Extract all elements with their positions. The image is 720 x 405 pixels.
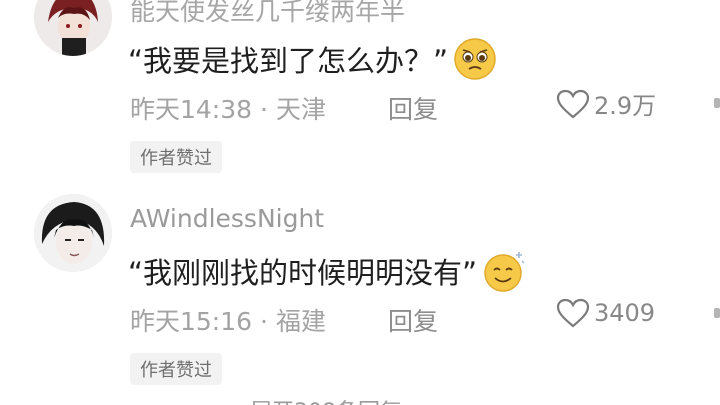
like-button[interactable]: 2.9万 [556,86,656,121]
expand-replies-link[interactable]: 展开308条回复 [250,394,402,405]
edge-indicator [714,308,720,318]
heart-icon [556,298,590,328]
separator-dot: · [260,95,268,124]
like-button[interactable]: 3409 [556,298,655,328]
comment-text: “我刚刚找的时候明明没有” [128,248,527,294]
timestamp: 昨天14:38 [130,95,253,124]
comment-text: “我要是找到了怎么办？” [128,36,498,82]
author-liked-badge: 作者赞过 [130,141,222,173]
avatar-image [34,194,112,272]
avatar-image [34,0,112,56]
heart-icon [556,89,590,118]
comment-meta: 昨天14:38 · 天津 [130,90,326,126]
comment-text-content: “我要是找到了怎么办？” [128,44,449,78]
location: 天津 [276,95,327,124]
like-count: 2.9万 [594,92,657,120]
author-liked-badge: 作者赞过 [130,353,222,385]
like-count: 3409 [594,299,656,327]
separator-dot: · [260,307,268,336]
comment-meta: 昨天15:16 · 福建 [130,302,326,338]
pleading-face-icon [452,36,498,82]
edge-indicator [714,98,720,108]
timestamp: 昨天15:16 [130,307,253,336]
comment-text-content: “我刚刚找的时候明明没有” [128,256,478,290]
sweat-smile-face-icon [481,248,527,294]
reply-button[interactable]: 回复 [388,302,438,338]
username[interactable]: AWindlessNight [130,204,324,233]
username[interactable]: 能天使发丝几千缕两年半 [130,0,405,28]
reply-button[interactable]: 回复 [388,90,438,126]
avatar[interactable] [34,194,112,272]
comment-item: AWindlessNight “我刚刚找的时候明明没有” 昨天15:16 · 福建 … [0,190,720,390]
avatar[interactable] [34,0,112,56]
comment-item: 能天使发丝几千缕两年半 “我要是找到了怎么办？” 昨天14:38 · 天津 回复 2… [0,0,720,178]
location: 福建 [276,307,327,336]
